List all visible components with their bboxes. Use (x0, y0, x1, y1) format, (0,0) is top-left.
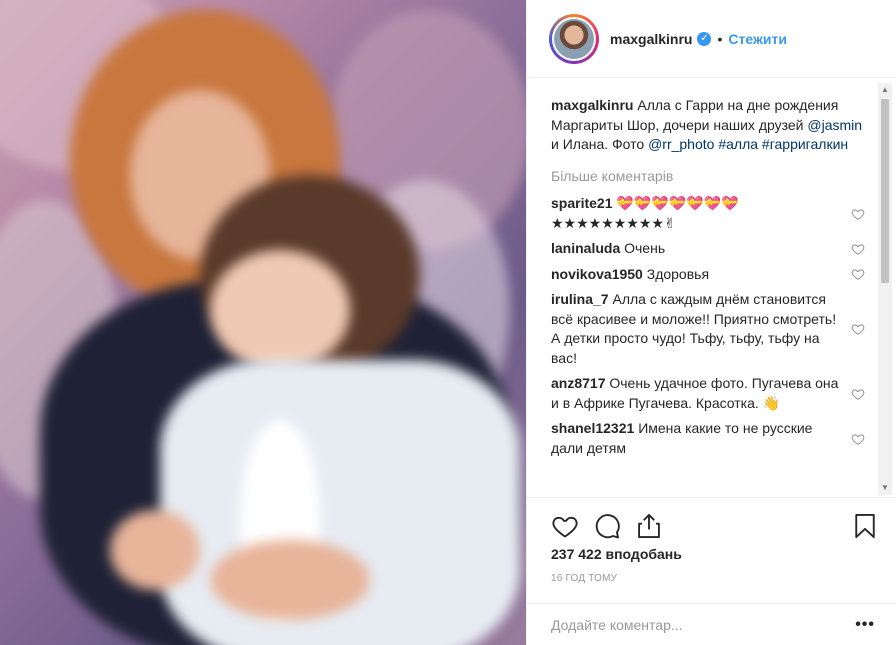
scroll-down-arrow-icon[interactable]: ▼ (878, 481, 892, 495)
separator-dot: • (717, 30, 723, 47)
caption-username[interactable]: maxgalkinru (551, 97, 633, 113)
load-more-comments-button[interactable]: Більше коментарів (551, 167, 881, 187)
comments-list: maxgalkinru Алла с Гарри на дне рождения… (551, 96, 881, 488)
comment-item: shanel12321 Имена какие то не русские да… (551, 419, 881, 458)
caption-mention-rr-photo[interactable]: @rr_photo (648, 136, 714, 152)
small-heart-icon[interactable] (851, 267, 865, 281)
comment-item: irulina_7 Алла с каждым днём становится … (551, 290, 881, 368)
comment-text: Здоровья (646, 265, 710, 282)
comment-input[interactable] (551, 616, 856, 633)
small-heart-icon[interactable] (851, 322, 865, 336)
post-caption: maxgalkinru Алла с Гарри на дне рождения… (551, 96, 881, 155)
header-username[interactable]: maxgalkinru (610, 31, 692, 47)
action-bar (527, 497, 896, 545)
more-options-button[interactable]: ••• (855, 616, 875, 634)
small-heart-icon[interactable] (851, 387, 865, 401)
follow-button[interactable]: Стежити (728, 31, 787, 47)
post-timestamp[interactable]: 16 ГОД ТОМУ (551, 573, 617, 584)
caption-text-2: и Илана. Фото (551, 136, 649, 152)
post-photo[interactable] (0, 0, 526, 645)
caption-hashtag-alla[interactable]: #алла (718, 136, 758, 152)
comment-item: novikova1950 Здоровья (551, 265, 881, 285)
bookmark-icon[interactable] (851, 512, 879, 540)
verified-badge-icon: ✓ (697, 31, 712, 46)
avatar[interactable] (549, 13, 599, 64)
caption-mention-jasmin[interactable]: @jasmin (807, 117, 862, 133)
comment-icon[interactable] (593, 512, 621, 540)
small-heart-icon[interactable] (851, 432, 865, 446)
small-heart-icon[interactable] (851, 242, 865, 256)
comment-text: Очень (624, 240, 666, 256)
comment-item: anz8717 Очень удачное фото. Пугачева она… (551, 374, 881, 413)
comment-username[interactable]: anz8717 (551, 375, 605, 391)
likes-count[interactable]: 237 422 вподобань (551, 546, 682, 562)
comment-username[interactable]: novikova1950 (551, 266, 643, 282)
heart-icon[interactable] (551, 512, 579, 540)
comments-scrollbar[interactable]: ▲ ▼ (878, 83, 892, 495)
comment-username[interactable]: shanel12321 (551, 420, 634, 436)
share-icon[interactable] (635, 512, 663, 540)
small-heart-icon[interactable] (851, 207, 865, 221)
caption-hashtag-garrigalkin[interactable]: #гарригалкин (762, 136, 848, 152)
comment-username[interactable]: sparite21 (551, 195, 612, 211)
comment-username[interactable]: laninaluda (551, 240, 620, 256)
scroll-up-arrow-icon[interactable]: ▲ (878, 83, 892, 97)
scrollbar-thumb[interactable] (881, 99, 889, 283)
post-sidebar: maxgalkinru ✓ • Стежити maxgalkinru Алла… (526, 0, 896, 645)
comment-item: sparite21 💝💝💝💝💝💝💝★★★★★★★★★✌ (551, 194, 881, 233)
add-comment-section: ••• (527, 603, 896, 645)
comment-item: laninaluda Очень (551, 239, 881, 259)
post-header: maxgalkinru ✓ • Стежити (527, 0, 896, 78)
comment-username[interactable]: irulina_7 (551, 291, 609, 307)
